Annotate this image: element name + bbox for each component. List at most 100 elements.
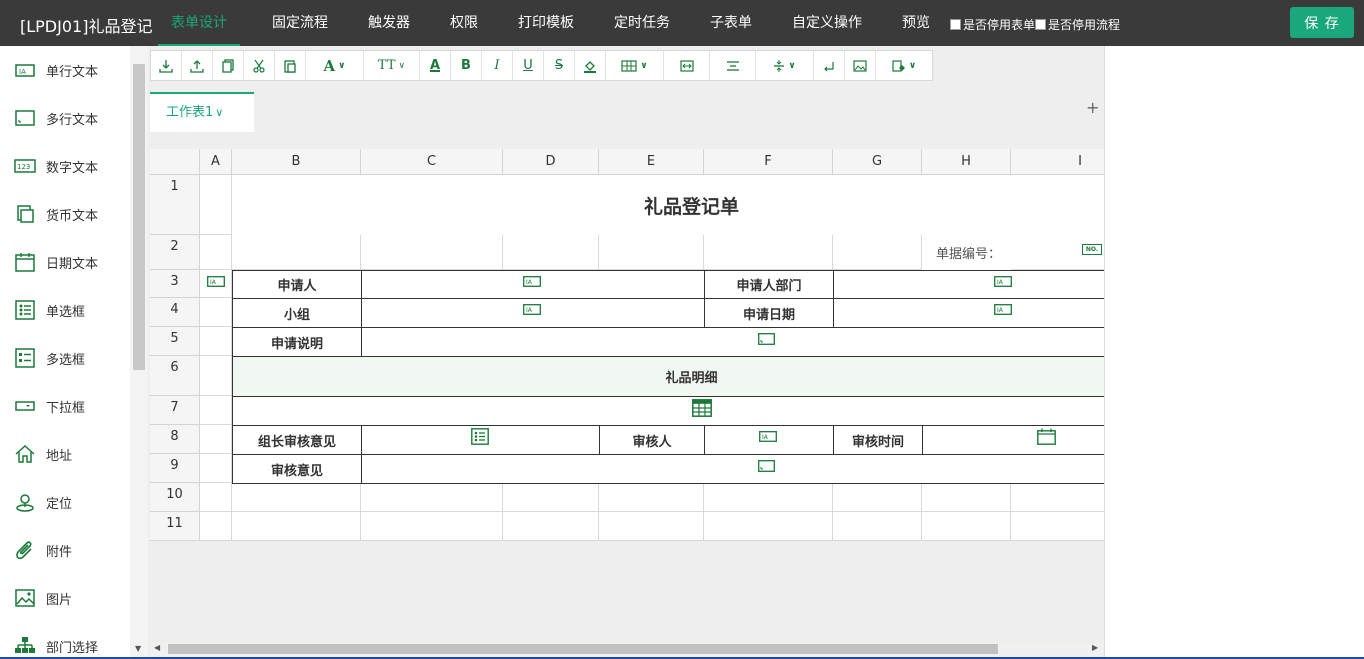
grid-cell[interactable]	[361, 235, 503, 270]
grid-cell[interactable]	[200, 298, 232, 327]
scroll-right-arrow-icon[interactable]: ▶	[1092, 643, 1098, 652]
checkbox-box[interactable]	[1035, 19, 1046, 30]
sidebar-item-location[interactable]: 定位	[0, 478, 128, 526]
column-header[interactable]: I	[1011, 149, 1104, 175]
font-family-button[interactable]: A ∨	[306, 51, 364, 80]
column-header[interactable]: B	[232, 149, 361, 175]
sheet-tab[interactable]: 工作表1 ∨	[150, 92, 254, 132]
sidebar-item-multi-line-text[interactable]: 多行文本	[0, 94, 128, 142]
disable-form-checkbox[interactable]: 是否停用表单	[950, 16, 1035, 33]
merge-cells-button[interactable]	[664, 51, 710, 80]
gift-detail-table-field[interactable]	[232, 396, 1104, 426]
save-button[interactable]: 保 存	[1290, 7, 1354, 38]
tab-permission[interactable]: 权限	[450, 0, 478, 46]
add-sheet-button[interactable]: +	[1086, 98, 1099, 117]
doc-number-field[interactable]: NO.	[1082, 244, 1102, 255]
import-button[interactable]	[151, 51, 182, 80]
sidebar-scroll-thumb[interactable]	[133, 64, 145, 370]
tab-fixed-flow[interactable]: 固定流程	[272, 0, 328, 46]
sidebar-item-dept-select[interactable]: 部门选择	[0, 622, 128, 659]
border-button[interactable]: ∨	[606, 51, 664, 80]
review-opinion-field[interactable]	[361, 454, 1104, 484]
checkbox-box[interactable]	[950, 19, 961, 30]
horizontal-scroll-thumb[interactable]	[168, 644, 998, 654]
column-header[interactable]: D	[503, 149, 599, 175]
bold-button[interactable]: B	[451, 51, 482, 80]
italic-button[interactable]: I	[482, 51, 513, 80]
apply-desc-field[interactable]	[361, 327, 1104, 357]
tab-scheduled-task[interactable]: 定时任务	[614, 0, 670, 46]
vertical-align-button[interactable]: ∨	[756, 51, 814, 80]
export-button[interactable]	[182, 51, 213, 80]
sidebar-item-date-text[interactable]: 日期文本	[0, 238, 128, 286]
grid-cell[interactable]	[704, 235, 833, 270]
fill-color-button[interactable]	[575, 51, 606, 80]
grid-cell[interactable]	[833, 235, 922, 270]
row-header[interactable]: 1	[150, 175, 200, 235]
column-header[interactable]: A	[200, 149, 232, 175]
tab-sub-form[interactable]: 子表单	[710, 0, 752, 46]
grid-cell[interactable]	[704, 512, 833, 541]
sidebar-item-attachment[interactable]: 附件	[0, 526, 128, 574]
grid-cell[interactable]	[922, 483, 1011, 512]
grid-cell[interactable]	[200, 396, 232, 425]
paste-button[interactable]	[275, 51, 306, 80]
sidebar-item-currency-text[interactable]: 货币文本	[0, 190, 128, 238]
grid-cell[interactable]	[833, 483, 922, 512]
grid-cell[interactable]	[200, 425, 232, 454]
column-header[interactable]: G	[833, 149, 922, 175]
column-header[interactable]: H	[922, 149, 1011, 175]
column-header[interactable]: E	[599, 149, 704, 175]
wrap-text-button[interactable]	[814, 51, 845, 80]
apply-date-field[interactable]	[833, 298, 1104, 328]
grid-cell[interactable]	[232, 235, 361, 270]
sidebar-item-image[interactable]: 图片	[0, 574, 128, 622]
row-header[interactable]: 6	[150, 356, 200, 396]
grid-cell[interactable]	[503, 235, 599, 270]
grid-cell[interactable]	[200, 512, 232, 541]
copy-button[interactable]	[213, 51, 244, 80]
sidebar-item-checkbox[interactable]: 多选框	[0, 334, 128, 382]
scroll-down-arrow-icon[interactable]: ▼	[135, 644, 141, 653]
grid-cell[interactable]	[833, 512, 922, 541]
sidebar-item-single-line-text[interactable]: IA 单行文本	[0, 46, 128, 94]
tab-form-design[interactable]: 表单设计	[158, 0, 240, 46]
applicant-dept-field[interactable]	[833, 270, 1104, 299]
row-header[interactable]: 3	[150, 270, 200, 298]
row-header[interactable]: 5	[150, 327, 200, 356]
grid-cell[interactable]	[200, 235, 232, 270]
strikethrough-button[interactable]: S	[544, 51, 575, 80]
insert-image-button[interactable]	[845, 51, 876, 80]
tab-print-template[interactable]: 打印模板	[518, 0, 574, 46]
row-header[interactable]: 7	[150, 396, 200, 425]
tab-custom-action[interactable]: 自定义操作	[792, 0, 862, 46]
grid-cell[interactable]	[922, 512, 1011, 541]
row-header[interactable]: 11	[150, 512, 200, 541]
font-color-button[interactable]: A	[420, 51, 451, 80]
sidebar-item-dropdown[interactable]: 下拉框	[0, 382, 128, 430]
grid-cell[interactable]	[599, 512, 704, 541]
cut-button[interactable]	[244, 51, 275, 80]
row-header[interactable]: 4	[150, 298, 200, 327]
underline-button[interactable]: U	[513, 51, 544, 80]
disable-flow-checkbox[interactable]: 是否停用流程	[1035, 16, 1120, 33]
review-time-field[interactable]	[922, 425, 1104, 455]
grid-cell[interactable]	[1011, 483, 1104, 512]
sidebar-item-address[interactable]: 地址	[0, 430, 128, 478]
sidebar-item-radio[interactable]: 单选框	[0, 286, 128, 334]
grid-cell[interactable]	[232, 512, 361, 541]
align-button[interactable]	[710, 51, 756, 80]
grid-cell[interactable]	[361, 512, 503, 541]
row-header[interactable]: 10	[150, 483, 200, 512]
grid-cell[interactable]	[200, 483, 232, 512]
column-header[interactable]: F	[704, 149, 833, 175]
tab-trigger[interactable]: 触发器	[368, 0, 410, 46]
scroll-left-arrow-icon[interactable]: ◀	[154, 643, 160, 652]
grid-cell[interactable]	[200, 175, 232, 235]
row-header[interactable]: 8	[150, 425, 200, 454]
grid-cell[interactable]	[200, 327, 232, 356]
sidebar-scrollbar[interactable]: ▼	[130, 46, 148, 659]
grid-cell[interactable]	[232, 483, 361, 512]
column-header[interactable]: C	[361, 149, 503, 175]
grid-cell[interactable]	[503, 512, 599, 541]
